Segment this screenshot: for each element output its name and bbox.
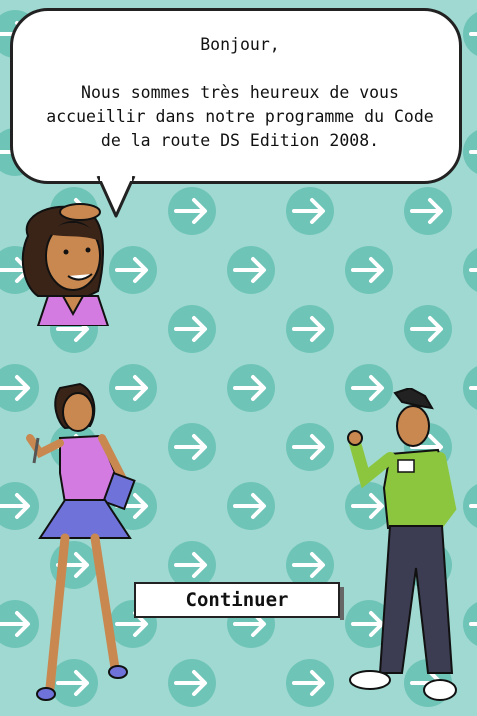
dialog-text: Bonjour, Nous sommes très heureux de vou…: [46, 35, 434, 150]
man-character: [347, 388, 457, 701]
woman-portrait-avatar: [21, 203, 110, 326]
continue-button[interactable]: Continuer: [134, 582, 344, 620]
speech-bubble: Bonjour, Nous sommes très heureux de vou…: [10, 8, 462, 184]
woman-character: [26, 382, 136, 701]
